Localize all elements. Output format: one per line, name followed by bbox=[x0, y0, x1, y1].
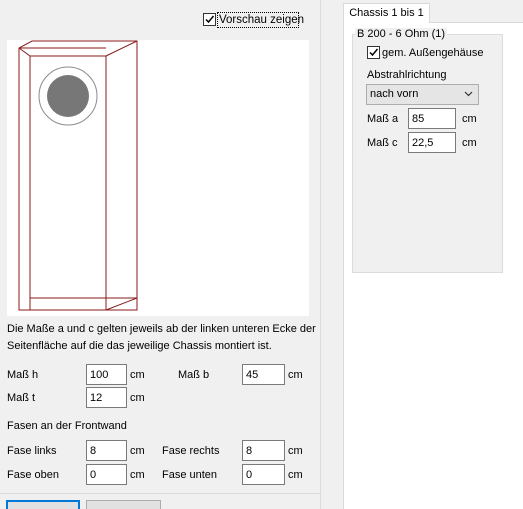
left-bevel-top bbox=[18, 47, 31, 57]
chevron-down-icon bbox=[464, 91, 473, 97]
bottom-separator bbox=[0, 493, 320, 494]
bottom-button-secondary[interactable] bbox=[86, 500, 161, 509]
measure-a-input[interactable] bbox=[408, 108, 456, 129]
dimension-h-label: Maß h bbox=[7, 369, 39, 381]
dimension-h-unit: cm bbox=[130, 369, 145, 381]
bevel-bottom-unit: cm bbox=[288, 469, 303, 481]
bevel-bottom-label: Fase unten bbox=[162, 469, 218, 481]
panel-divider bbox=[320, 0, 321, 509]
tab-chassis[interactable]: Chassis 1 bis 1 bbox=[343, 3, 430, 23]
direction-select-value: nach vorn bbox=[370, 88, 419, 100]
measure-a-label: Maß a bbox=[367, 113, 399, 125]
shared-housing-checkbox[interactable] bbox=[367, 46, 380, 59]
chassis-group-title: B 200 - 6 Ohm (1) bbox=[355, 28, 448, 40]
dimension-b-input[interactable] bbox=[242, 364, 285, 385]
bevel-right-label: Fase rechts bbox=[162, 445, 220, 457]
bevel-bottom-input[interactable] bbox=[242, 464, 285, 485]
description-line-2: Seitenfläche auf die das jeweilige Chass… bbox=[7, 340, 272, 352]
dimension-t-input[interactable] bbox=[86, 387, 127, 408]
dimension-h-input[interactable] bbox=[86, 364, 127, 385]
right-bevel-top bbox=[105, 40, 138, 57]
shared-housing-label[interactable]: gem. Außengehäuse bbox=[382, 46, 484, 60]
bevel-left-unit: cm bbox=[130, 445, 145, 457]
bevel-right-input[interactable] bbox=[242, 440, 285, 461]
bevels-heading: Fasen an der Frontwand bbox=[7, 420, 127, 432]
measure-c-unit: cm bbox=[462, 137, 477, 149]
bevel-left-label: Fase links bbox=[7, 445, 57, 457]
check-icon bbox=[205, 15, 215, 24]
measure-c-input[interactable] bbox=[408, 132, 456, 153]
driver-cone bbox=[47, 75, 89, 117]
bevel-right-unit: cm bbox=[288, 445, 303, 457]
dimension-b-unit: cm bbox=[288, 369, 303, 381]
right-bevel-bottom bbox=[105, 297, 138, 311]
bevel-top-input[interactable] bbox=[86, 464, 127, 485]
focus-indicator bbox=[217, 12, 299, 28]
check-icon bbox=[369, 48, 379, 57]
bevel-left-input[interactable] bbox=[86, 440, 127, 461]
description-line-1: Die Maße a und c gelten jeweils ab der l… bbox=[7, 323, 316, 335]
dimension-t-unit: cm bbox=[130, 392, 145, 404]
direction-select[interactable]: nach vorn bbox=[366, 84, 479, 105]
direction-label: Abstrahlrichtung bbox=[367, 69, 447, 81]
bevel-top-unit: cm bbox=[130, 469, 145, 481]
measure-c-label: Maß c bbox=[367, 137, 398, 149]
preview-checkbox[interactable] bbox=[203, 13, 216, 26]
dimension-t-label: Maß t bbox=[7, 392, 36, 404]
bevel-top-label: Fase oben bbox=[7, 469, 59, 481]
speaker-drawing bbox=[18, 40, 138, 311]
speaker-preview bbox=[7, 40, 309, 316]
bottom-button-primary[interactable] bbox=[6, 500, 80, 509]
measure-a-unit: cm bbox=[462, 113, 477, 125]
dimension-b-label: Maß b bbox=[178, 369, 210, 381]
